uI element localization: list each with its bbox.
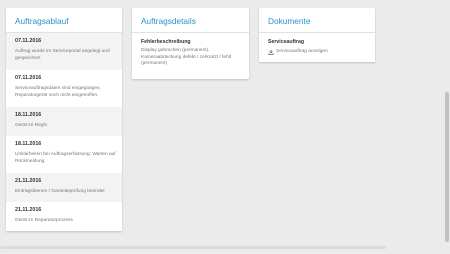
entry-date: 21.11.2016 (15, 178, 42, 184)
download-icon (268, 49, 274, 56)
timeline-entry: 07.11.2016 Serviceauftragsdaten sind ein… (6, 70, 122, 107)
serviceauftrag-label: Serviceauftrag (268, 39, 305, 45)
entry-date: 18.11.2016 (15, 112, 42, 118)
entry-date: 18.11.2016 (15, 141, 42, 147)
serviceauftrag-anzeigen-link[interactable]: Serviceauftrag anzeigen (268, 49, 369, 56)
entry-date: 07.11.2016 (15, 75, 42, 81)
dokumente-title: Dokumente (259, 8, 375, 33)
entry-date: 21.11.2016 (15, 207, 42, 213)
horizontal-scrollbar[interactable] (0, 246, 386, 249)
fehlerbeschreibung-label: Fehlerbeschreibung (141, 39, 191, 45)
timeline-entry: 21.11.2016 Gerät im Reparaturprozess (6, 202, 122, 231)
auftragsdetails-card: Auftragsdetails Fehlerbeschreibung Displ… (132, 8, 249, 79)
entry-date: 07.11.2016 (15, 38, 42, 44)
dokumente-body: Serviceauftrag Serviceauftrag anzeigen (259, 33, 375, 56)
dokumente-card: Dokumente Serviceauftrag Serviceauftrag … (259, 8, 375, 62)
entry-text: Unklarheiten bei Auftragserfassung: Wart… (15, 152, 116, 164)
auftragsdetails-title: Auftragsdetails (132, 8, 249, 33)
entry-text: Serviceauftragsdaten sind eingegangen, R… (15, 86, 101, 98)
auftragsablauf-card: Auftragsablauf 07.11.2016 Auftrag wurde … (6, 8, 122, 231)
serviceauftrag-anzeigen-text: Serviceauftrag anzeigen (276, 49, 328, 54)
entry-text: Eintragsbtenen / Garantieprüfung beendet (15, 189, 105, 194)
fehlerbeschreibung-text: Display gebrochen (permanent), Kameraabd… (141, 48, 232, 67)
timeline-entry: 07.11.2016 Auftrag wurde im Serviceporta… (6, 33, 122, 70)
auftragsablauf-title: Auftragsablauf (6, 8, 122, 33)
timeline-entry: 18.11.2016 Gerät im Regln (6, 107, 122, 136)
timeline-entry: 21.11.2016 Eintragsbtenen / Garantieprüf… (6, 173, 122, 202)
auftragsdetails-body: Fehlerbeschreibung Display gebrochen (pe… (132, 33, 249, 68)
entry-text: Gerät im Regln (15, 123, 48, 128)
entry-text: Gerät im Reparaturprozess (15, 218, 73, 223)
timeline-entry: 18.11.2016 Unklarheiten bei Auftragserfa… (6, 136, 122, 173)
entry-text: Auftrag wurde im Serviceportal angelegt … (15, 49, 110, 61)
vertical-scrollbar-thumb[interactable] (445, 92, 449, 242)
